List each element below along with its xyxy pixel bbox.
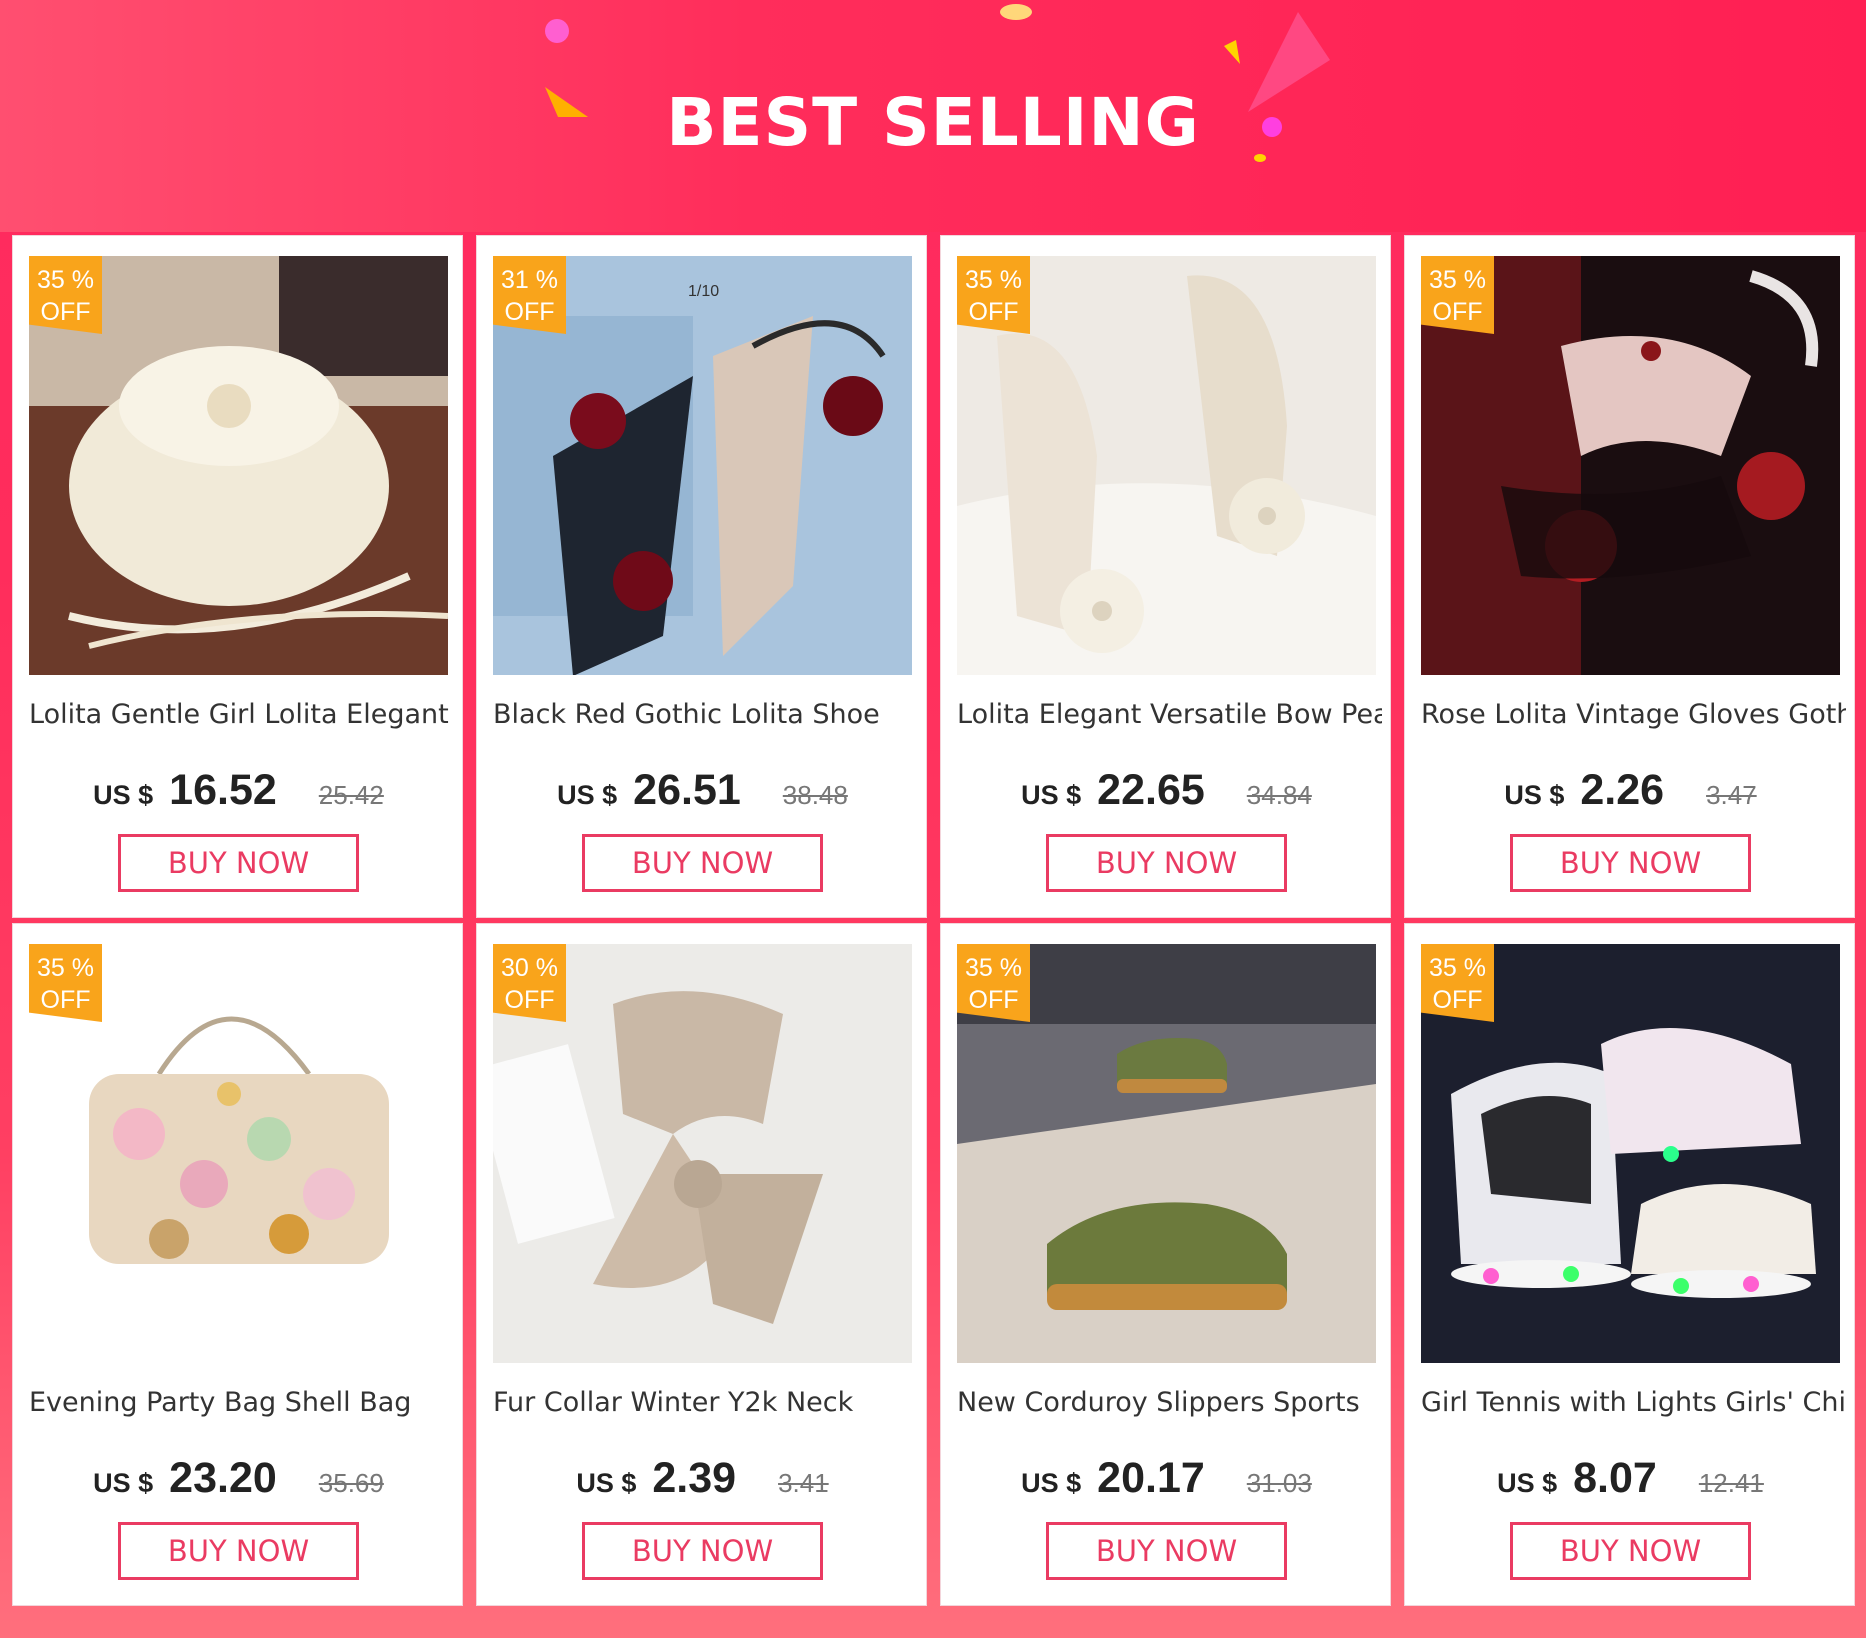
buy-now-button[interactable]: BUY NOW xyxy=(1510,834,1751,892)
buy-now-button[interactable]: BUY NOW xyxy=(118,1522,359,1580)
discount-percent: 30 % xyxy=(501,954,558,982)
product-card[interactable]: 30 % OFF Fur Collar Winter Y2k Neck US $… xyxy=(476,923,927,1606)
price-row: US $ 22.65 34.84 xyxy=(941,766,1392,826)
product-title[interactable]: Fur Collar Winter Y2k Neck xyxy=(493,1387,918,1418)
product-title[interactable]: New Corduroy Slippers Sports xyxy=(957,1387,1382,1418)
discount-percent: 31 % xyxy=(501,266,558,294)
currency-label: US $ xyxy=(1497,1468,1558,1498)
original-price: 34.84 xyxy=(1246,780,1312,810)
currency-label: US $ xyxy=(1021,1468,1082,1498)
price-row: US $ 26.51 38.48 xyxy=(477,766,928,826)
buy-now-button[interactable]: BUY NOW xyxy=(582,834,823,892)
discount-badge: 30 % OFF xyxy=(493,944,566,1022)
current-price: 22.65 xyxy=(1097,766,1205,814)
discount-badge: 35 % OFF xyxy=(29,256,102,334)
price-row: US $ 23.20 35.69 xyxy=(13,1454,464,1514)
header-banner: BEST SELLING xyxy=(0,0,1866,232)
original-price: 35.69 xyxy=(318,1468,384,1498)
currency-label: US $ xyxy=(576,1468,637,1498)
discount-off: OFF xyxy=(1432,298,1483,326)
page-title: BEST SELLING xyxy=(666,84,1200,161)
discount-percent: 35 % xyxy=(1429,954,1486,982)
discount-percent: 35 % xyxy=(965,266,1022,294)
discount-badge: 35 % OFF xyxy=(957,944,1030,1022)
current-price: 8.07 xyxy=(1573,1454,1657,1502)
original-price: 25.42 xyxy=(318,780,384,810)
current-price: 23.20 xyxy=(169,1454,277,1502)
product-card[interactable]: 1/10 31 % OFF Black Red Gothic Lolita Sh… xyxy=(476,235,927,918)
discount-off: OFF xyxy=(1432,986,1483,1014)
product-card[interactable]: 35 % OFF Girl Tennis with Lights Girls' … xyxy=(1404,923,1855,1606)
product-title[interactable]: Lolita Elegant Versatile Bow Pearl xyxy=(957,699,1382,730)
product-card[interactable]: 35 % OFF Rose Lolita Vintage Gloves Goth… xyxy=(1404,235,1855,918)
discount-percent: 35 % xyxy=(1429,266,1486,294)
price-row: US $ 8.07 12.41 xyxy=(1405,1454,1856,1514)
product-title[interactable]: Black Red Gothic Lolita Shoe xyxy=(493,699,918,730)
current-price: 16.52 xyxy=(169,766,277,814)
product-title[interactable]: Rose Lolita Vintage Gloves Gothic xyxy=(1421,699,1846,730)
product-card[interactable]: 35 % OFF Lolita Elegant Versatile Bow Pe… xyxy=(940,235,1391,918)
current-price: 20.17 xyxy=(1097,1454,1205,1502)
currency-label: US $ xyxy=(557,780,618,810)
currency-label: US $ xyxy=(1504,780,1565,810)
discount-off: OFF xyxy=(40,298,91,326)
discount-badge: 31 % OFF xyxy=(493,256,566,334)
discount-badge: 35 % OFF xyxy=(957,256,1030,334)
product-card[interactable]: 35 % OFF Evening Party Bag Shell Bag US … xyxy=(12,923,463,1606)
discount-percent: 35 % xyxy=(965,954,1022,982)
original-price: 31.03 xyxy=(1246,1468,1312,1498)
discount-percent: 35 % xyxy=(37,954,94,982)
currency-label: US $ xyxy=(93,780,154,810)
discount-off: OFF xyxy=(504,986,555,1014)
price-row: US $ 16.52 25.42 xyxy=(13,766,464,826)
buy-now-button[interactable]: BUY NOW xyxy=(582,1522,823,1580)
discount-off: OFF xyxy=(40,986,91,1014)
original-price: 38.48 xyxy=(782,780,848,810)
buy-now-button[interactable]: BUY NOW xyxy=(1046,1522,1287,1580)
price-row: US $ 20.17 31.03 xyxy=(941,1454,1392,1514)
product-card[interactable]: 35 % OFF New Corduroy Slippers Sports US… xyxy=(940,923,1391,1606)
currency-label: US $ xyxy=(93,1468,154,1498)
original-price: 3.41 xyxy=(778,1468,829,1498)
discount-badge: 35 % OFF xyxy=(1421,944,1494,1022)
currency-label: US $ xyxy=(1021,780,1082,810)
discount-percent: 35 % xyxy=(37,266,94,294)
discount-off: OFF xyxy=(504,298,555,326)
buy-now-button[interactable]: BUY NOW xyxy=(1510,1522,1751,1580)
product-title[interactable]: Lolita Gentle Girl Lolita Elegant xyxy=(29,699,454,730)
current-price: 2.39 xyxy=(652,1454,737,1502)
original-price: 12.41 xyxy=(1698,1468,1764,1498)
current-price: 2.26 xyxy=(1580,766,1665,814)
buy-now-button[interactable]: BUY NOW xyxy=(118,834,359,892)
product-title[interactable]: Girl Tennis with Lights Girls' Child xyxy=(1421,1387,1846,1418)
price-row: US $ 2.26 3.47 xyxy=(1405,766,1856,826)
current-price: 26.51 xyxy=(633,766,741,814)
discount-off: OFF xyxy=(968,986,1019,1014)
discount-badge: 35 % OFF xyxy=(29,944,102,1022)
product-grid: 35 % OFF Lolita Gentle Girl Lolita Elega… xyxy=(12,235,1857,1606)
buy-now-button[interactable]: BUY NOW xyxy=(1046,834,1287,892)
discount-badge: 35 % OFF xyxy=(1421,256,1494,334)
price-row: US $ 2.39 3.41 xyxy=(477,1454,928,1514)
product-title[interactable]: Evening Party Bag Shell Bag xyxy=(29,1387,454,1418)
discount-off: OFF xyxy=(968,298,1019,326)
product-card[interactable]: 35 % OFF Lolita Gentle Girl Lolita Elega… xyxy=(12,235,463,918)
image-page-indicator: 1/10 xyxy=(688,283,719,300)
original-price: 3.47 xyxy=(1706,780,1757,810)
